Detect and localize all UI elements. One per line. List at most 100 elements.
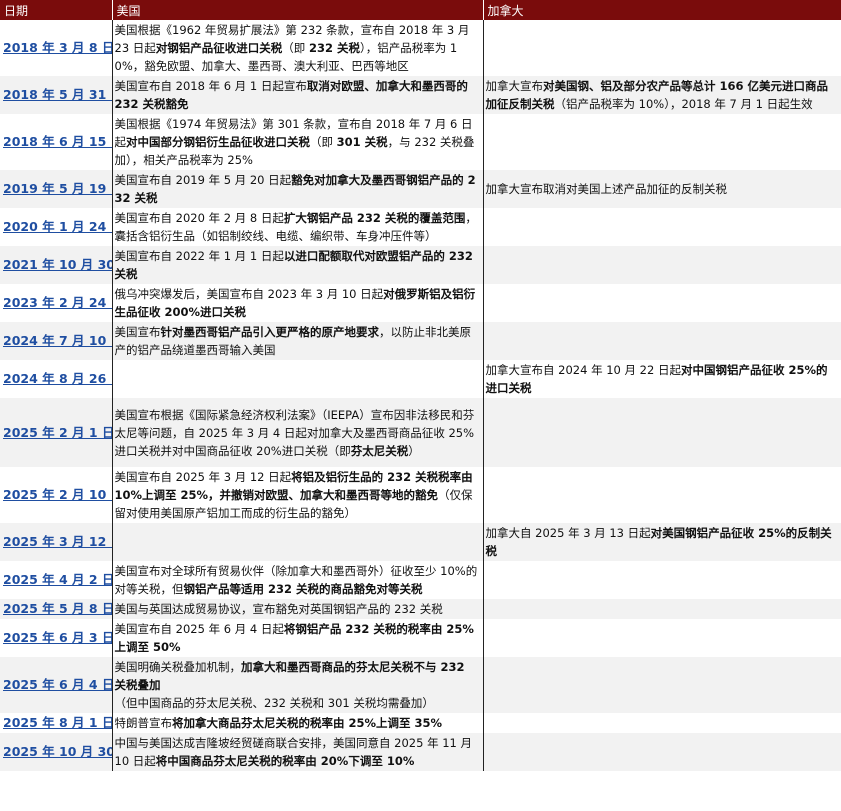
row-date-link[interactable]: 2025 年 8 月 1 日 [0,713,112,733]
row-canada-text [483,713,841,733]
text-segment: 美国宣布自 2020 年 2 月 8 日起 [114,211,284,225]
row-date-link[interactable]: 2018 年 3 月 8 日 [0,20,112,76]
table-row: 2025 年 8 月 1 日特朗普宣布将加拿大商品芬太尼关税的税率由 25%上调… [0,713,841,733]
row-canada-text [483,599,841,619]
table-row: 2025 年 3 月 12 日 加拿大自 2025 年 3 月 13 日起对美国钢… [0,523,841,561]
row-canada-text [483,467,841,523]
text-segment: （铝产品税率为 10%），2018 年 7 月 1 日起生效 [554,97,813,111]
row-date-link[interactable]: 2024 年 8 月 26 日 [0,360,112,398]
header-us: 美国 [112,0,484,20]
text-segment: ） [408,443,420,458]
row-us-text: 美国明确关税叠加机制，加拿大和墨西哥商品的芬太尼关税不与 232 关税叠加（但中… [111,657,484,713]
row-us-text: 中国与美国达成吉隆坡经贸磋商联合安排，美国同意自 2025 年 11 月 10 … [111,733,484,771]
table-row: 2025 年 2 月 1 日美国宣布根据《国际紧急经济权利法案》（IEEPA）宣… [0,398,841,467]
header-canada: 加拿大 [483,0,841,20]
table-row: 2021 年 10 月 30 日美国宣布自 2022 年 1 月 1 日起以进口… [0,246,841,284]
text-segment: 美国明确关税叠加机制， [114,660,242,674]
table-row: 2025 年 4 月 2 日美国宣布对全球所有贸易伙伴（除加拿大和墨西哥外）征收… [0,561,841,599]
bold-segment: 对钢铝产品征收进口关税 [155,41,283,55]
table-row: 2025 年 10 月 30 日中国与美国达成吉隆坡经贸磋商联合安排，美国同意自… [0,733,841,771]
row-us-text: 特朗普宣布将加拿大商品芬太尼关税的税率由 25%上调至 35% [111,713,484,733]
text-segment: 俄乌冲突爆发后，美国宣布自 2023 年 3 月 10 日起 [114,287,384,301]
bold-segment: 芬太尼关税 [350,443,409,458]
row-canada-text [483,208,841,246]
table-row: 2024 年 7 月 10 日美国宣布针对墨西哥铝产品引入更严格的原产地要求，以… [0,322,841,360]
text-segment: 美国宣布自 2025 年 3 月 12 日起 [114,470,292,484]
text-segment: 美国宣布自 2025 年 6 月 4 日起 [114,622,284,636]
bold-segment: 针对墨西哥铝产品引入更严格的原产地要求 [160,325,380,339]
row-date-link[interactable]: 2024 年 7 月 10 日 [0,322,112,360]
table-row: 2018 年 6 月 15 日美国根据《1974 年贸易法》第 301 条款，宣… [0,114,841,170]
row-date-link[interactable]: 2025 年 2 月 1 日 [0,398,112,467]
row-date-link[interactable]: 2025 年 4 月 2 日 [0,561,112,599]
table-row: 2018 年 3 月 8 日美国根据《1962 年贸易扩展法》第 232 条款，… [0,20,841,76]
row-canada-text: 加拿大宣布自 2024 年 10 月 22 日起对中国钢铝产品征收 25%的进口… [483,360,841,398]
bold-segment: 扩大钢铝产品 232 关税的覆盖范围 [283,211,466,225]
row-date-link[interactable]: 2025 年 10 月 30 日 [0,733,112,771]
text-segment: 美国宣布自 2018 年 6 月 1 日起宣布 [114,79,307,93]
table-row: 2020 年 1 月 24 日美国宣布自 2020 年 2 月 8 日起扩大钢铝… [0,208,841,246]
text-segment: 美国宣布自 2022 年 1 月 1 日起 [114,249,284,263]
table-row: 2025 年 6 月 4 日美国明确关税叠加机制，加拿大和墨西哥商品的芬太尼关税… [0,657,841,713]
bold-segment: 将中国商品芬太尼关税的税率由 20%下调至 10% [155,754,415,768]
row-date-link[interactable]: 2025 年 6 月 3 日 [0,619,112,657]
table-row: 2025 年 6 月 3 日美国宣布自 2025 年 6 月 4 日起将钢铝产品… [0,619,841,657]
tariff-timeline-table: 日期 美国 加拿大 2018 年 3 月 8 日美国根据《1962 年贸易扩展法… [0,0,841,771]
text-segment: 美国宣布 [114,325,161,339]
table-row: 2025 年 5 月 8 日美国与英国达成贸易协议，宣布豁免对英国钢铝产品的 2… [0,599,841,619]
row-date-link[interactable]: 2025 年 5 月 8 日 [0,599,112,619]
row-canada-text: 加拿大宣布取消对美国上述产品加征的反制关税 [483,170,841,208]
row-date-link[interactable]: 2025 年 2 月 10 日 [0,467,112,523]
table-row: 2025 年 2 月 10 日美国宣布自 2025 年 3 月 12 日起将铝及… [0,467,841,523]
header-date: 日期 [0,0,113,20]
row-us-text: 美国宣布自 2025 年 3 月 12 日起将铝及铝衍生品的 232 关税税率由… [111,467,484,523]
row-date-link[interactable]: 2018 年 6 月 15 日 [0,114,112,170]
table-row: 2019 年 5 月 19 日美国宣布自 2019 年 5 月 20 日起豁免对… [0,170,841,208]
row-us-text: 俄乌冲突爆发后，美国宣布自 2023 年 3 月 10 日起对俄罗斯铝及铝衍生品… [111,284,484,322]
row-us-text: 美国根据《1962 年贸易扩展法》第 232 条款，宣布自 2018 年 3 月… [111,20,484,76]
bold-segment: 对中国部分钢铝衍生品征收进口关税 [126,135,310,149]
row-canada-text: 加拿大宣布对美国钢、铝及部分农产品等总计 166 亿美元进口商品加征反制关税（铝… [483,76,841,114]
row-date-link[interactable]: 2021 年 10 月 30 日 [0,246,112,284]
text-segment: 加拿大宣布取消对美国上述产品加征的反制关税 [485,182,728,196]
row-canada-text [483,322,841,360]
row-us-text: 美国宣布对全球所有贸易伙伴（除加拿大和墨西哥外）征收至少 10%的对等关税，但钢… [111,561,484,599]
row-date-link[interactable]: 2025 年 3 月 12 日 [0,523,112,561]
row-us-text: 美国宣布自 2022 年 1 月 1 日起以进口配额取代对欧盟铝产品的 232 … [111,246,484,284]
row-us-text: 美国与英国达成贸易协议，宣布豁免对英国钢铝产品的 232 关税 [111,599,484,619]
bold-segment: 将加拿大商品芬太尼关税的税率由 25%上调至 35% [172,716,443,730]
bold-segment: 钢铝产品等适用 232 关税的商品豁免对等关税 [183,582,423,596]
row-us-text [111,360,484,398]
row-canada-text [483,733,841,771]
table-row: 2024 年 8 月 26 日 加拿大宣布自 2024 年 10 月 22 日起对… [0,360,841,398]
row-canada-text: 加拿大自 2025 年 3 月 13 日起对美国钢铝产品征收 25%的反制关税 [483,523,841,561]
row-canada-text [483,398,841,467]
row-canada-text [483,20,841,76]
bold-segment: 232 关税 [308,41,360,55]
row-us-text: 美国宣布根据《国际紧急经济权利法案》（IEEPA）宣布因非法移民和芬太尼等问题，… [111,398,484,467]
row-date-link[interactable]: 2023 年 2 月 24 日 [0,284,112,322]
row-date-link[interactable]: 2018 年 5 月 31 日 [0,76,112,114]
row-canada-text [483,619,841,657]
table-row: 2023 年 2 月 24 日俄乌冲突爆发后，美国宣布自 2023 年 3 月 … [0,284,841,322]
text-segment: 美国宣布根据《国际紧急经济权利法案》（IEEPA）宣布因非法移民和芬太尼等问题，… [114,407,475,458]
row-date-link[interactable]: 2025 年 6 月 4 日 [0,657,112,713]
row-canada-text [483,657,841,713]
bold-segment: 301 关税 [336,135,388,149]
row-canada-text [483,561,841,599]
table-header-row: 日期 美国 加拿大 [0,0,841,20]
row-canada-text [483,284,841,322]
text-segment: 加拿大宣布自 2024 年 10 月 22 日起 [485,363,681,377]
text-segment: （但中国商品的芬太尼关税、232 关税和 301 关税均需叠加） [114,696,434,710]
row-us-text [111,523,484,561]
table-row: 2018 年 5 月 31 日美国宣布自 2018 年 6 月 1 日起宣布取消… [0,76,841,114]
row-canada-text [483,246,841,284]
row-date-link[interactable]: 2020 年 1 月 24 日 [0,208,112,246]
text-segment: 加拿大自 2025 年 3 月 13 日起 [485,526,651,540]
text-segment: 加拿大宣布 [485,79,544,93]
row-canada-text [483,114,841,170]
row-date-link[interactable]: 2019 年 5 月 19 日 [0,170,112,208]
row-us-text: 美国宣布自 2020 年 2 月 8 日起扩大钢铝产品 232 关税的覆盖范围，… [111,208,484,246]
row-us-text: 美国宣布自 2025 年 6 月 4 日起将钢铝产品 232 关税的税率由 25… [111,619,484,657]
row-us-text: 美国宣布针对墨西哥铝产品引入更严格的原产地要求，以防止非北美原产的铝产品绕道墨西… [111,322,484,360]
